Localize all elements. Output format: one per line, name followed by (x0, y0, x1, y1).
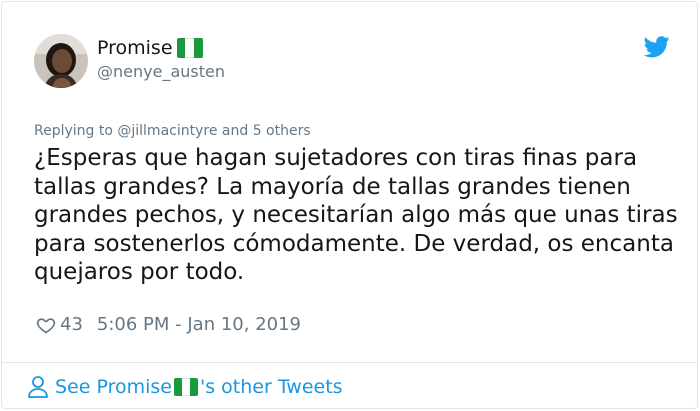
author-name-row[interactable]: Promise (97, 37, 203, 59)
footer-link-suffix[interactable]: 's other Tweets (200, 376, 343, 398)
avatar[interactable] (34, 34, 88, 88)
nigeria-flag-icon (174, 378, 198, 396)
footer-link-prefix[interactable]: See Promise (55, 376, 172, 398)
tweet-meta: 43 5:06 PM - Jan 10, 2019 (36, 314, 301, 335)
author-handle[interactable]: @nenye_austen (97, 62, 225, 82)
footer-divider (2, 362, 697, 363)
twitter-bird-icon[interactable] (644, 36, 670, 58)
embedded-tweet-card: Promise @nenye_austen Replying to @jillm… (1, 1, 698, 409)
see-other-tweets-link[interactable]: See Promise 's other Tweets (27, 375, 343, 399)
person-icon (28, 376, 48, 398)
tweet-text: ¿Esperas que hagan sujetadores con tiras… (34, 145, 678, 286)
reply-context[interactable]: Replying to @jillmacintyre and 5 others (34, 122, 311, 140)
avatar-image (34, 34, 88, 88)
nigeria-flag-icon (176, 38, 203, 58)
heart-icon[interactable] (36, 315, 56, 335)
tweet-timestamp[interactable]: 5:06 PM - Jan 10, 2019 (97, 314, 301, 335)
author-display-name[interactable]: Promise (97, 37, 173, 59)
like-count[interactable]: 43 (60, 314, 83, 335)
